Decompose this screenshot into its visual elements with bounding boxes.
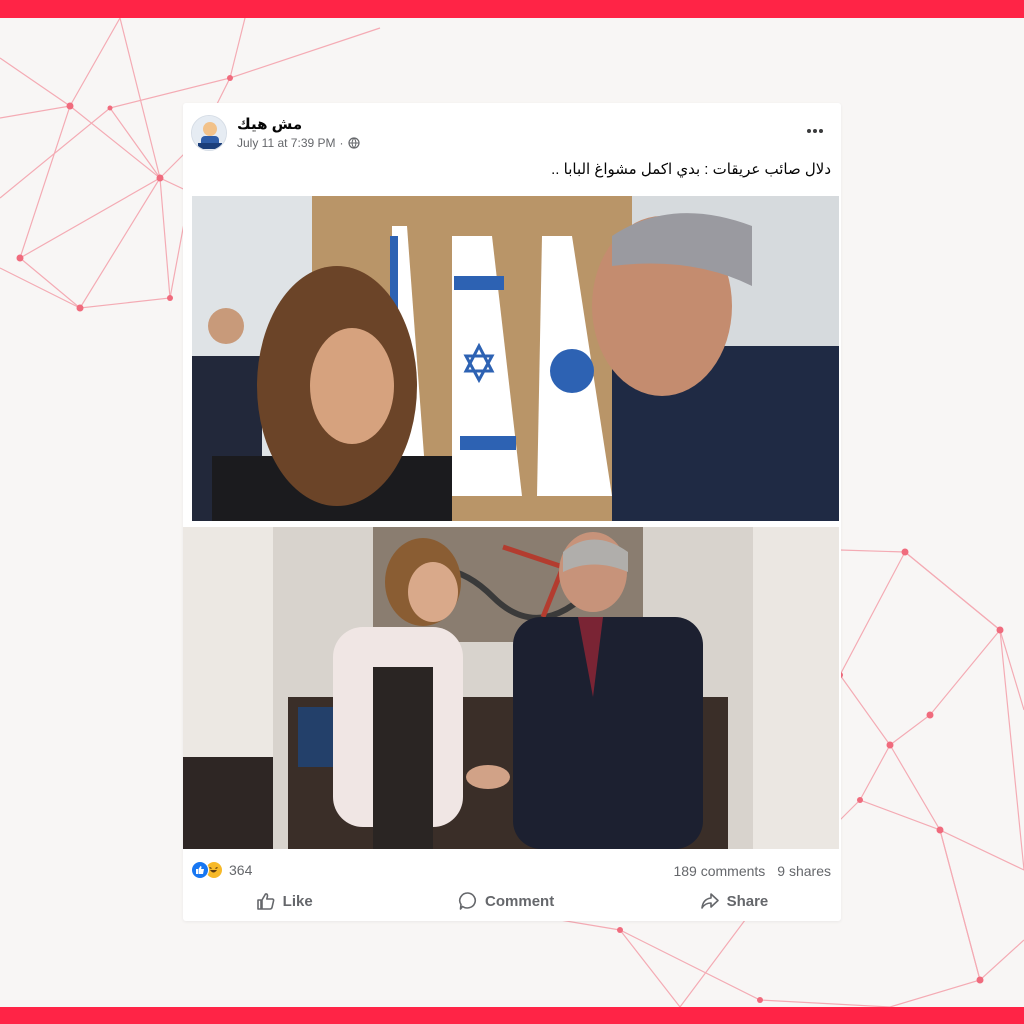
post-header: مش هيك July 11 at 7:39 PM · <box>183 103 841 163</box>
post-meta: July 11 at 7:39 PM · <box>237 136 360 150</box>
like-label: Like <box>282 892 313 910</box>
like-reaction-icon <box>191 861 209 879</box>
facebook-post-card: مش هيك July 11 at 7:39 PM · دلال صائب عر… <box>183 103 841 921</box>
ellipsis-icon <box>807 129 823 133</box>
comment-bubble-icon <box>459 892 477 910</box>
post-stats: 364 189 comments 9 shares <box>183 859 841 883</box>
engagement-counts: 189 comments 9 shares <box>673 863 831 879</box>
shares-count[interactable]: 9 shares <box>777 863 831 879</box>
post-timestamp[interactable]: July 11 at 7:39 PM <box>237 136 336 150</box>
share-label: Share <box>726 892 769 910</box>
post-photo-1[interactable] <box>192 196 839 521</box>
comment-button[interactable]: Comment <box>448 887 564 915</box>
top-accent-bar <box>0 0 1024 18</box>
photo-meeting-flags <box>192 196 839 521</box>
like-button[interactable]: Like <box>246 887 323 915</box>
thumbs-up-icon <box>256 893 275 910</box>
page-avatar[interactable] <box>191 115 227 151</box>
post-caption: دلال صائب عريقات : بدي اكمل مشواغ البابا… <box>551 161 831 178</box>
more-options-button[interactable] <box>803 119 827 143</box>
post-photo-2[interactable] <box>183 527 839 849</box>
meta-separator: · <box>339 136 344 150</box>
globe-icon <box>347 137 360 149</box>
share-arrow-icon <box>700 893 719 909</box>
reaction-count: 364 <box>229 862 253 878</box>
reactions-summary[interactable]: 364 <box>191 861 252 879</box>
bottom-accent-bar <box>0 1007 1024 1024</box>
comments-count[interactable]: 189 comments <box>673 863 765 879</box>
comment-label: Comment <box>485 892 555 910</box>
page-name[interactable]: مش هيك <box>237 115 302 133</box>
avatar-cartoon-icon <box>192 116 226 150</box>
share-button[interactable]: Share <box>690 887 779 915</box>
post-actions: Like Comment Share <box>183 886 841 916</box>
photo-handshake-office <box>183 527 839 849</box>
